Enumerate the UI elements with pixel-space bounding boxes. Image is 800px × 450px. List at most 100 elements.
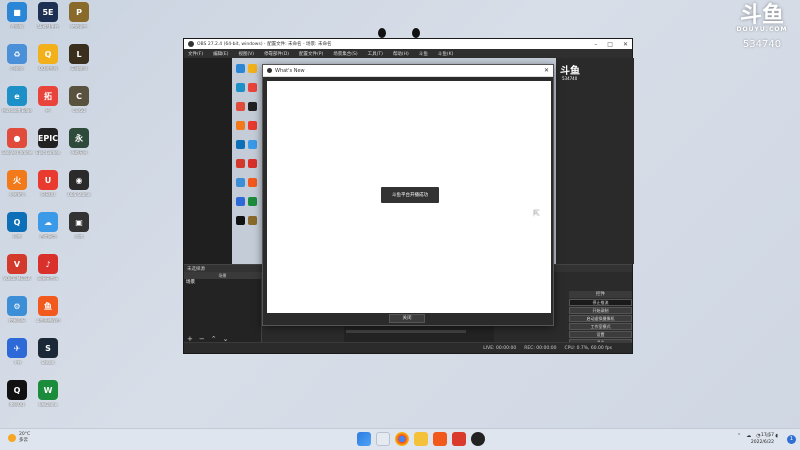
desktop-icon[interactable]: C CS:GO	[63, 86, 95, 113]
desktop-icon[interactable]: W WeGame	[32, 380, 64, 407]
preview-room-id: 534740	[562, 76, 578, 81]
app-icon: e	[7, 86, 27, 106]
desktop-icon[interactable]: 拓拓	[32, 86, 64, 113]
preview-desktop-icon	[236, 121, 245, 130]
desktop-icon[interactable]: 永永劫无间	[63, 128, 95, 155]
weather-widget[interactable]: 20°C 多云	[8, 432, 30, 443]
chrome-icon[interactable]	[395, 432, 409, 446]
desktop-icon[interactable]: ♻ 回收站	[1, 44, 33, 71]
menu-item[interactable]: 工具(T)	[368, 51, 383, 57]
dialog-close-icon[interactable]: ✕	[544, 67, 549, 74]
desktop-icon[interactable]: 鱼斗鱼直播伴侣	[32, 296, 64, 323]
game-app-icon[interactable]	[452, 432, 466, 446]
menu-item[interactable]: 视图(V)	[238, 51, 254, 57]
desktop-icon[interactable]: Q QQ浏览器	[32, 44, 64, 71]
app-icon: S	[38, 338, 58, 358]
desktop-icon[interactable]: e Microsoft Edge	[1, 86, 33, 113]
control-button[interactable]: 开始录制	[569, 307, 632, 314]
desktop-icon[interactable]: Q 迅雷	[1, 212, 33, 239]
app-icon: Q	[7, 212, 27, 232]
search-icon[interactable]	[376, 432, 390, 446]
desktop-icon-label: 网易云音乐	[38, 276, 58, 281]
desktop-icon-label: Google Chrome	[1, 150, 33, 155]
desktop-icon[interactable]: ⚙ 控制面板	[1, 296, 33, 323]
app-icon: 拓	[38, 86, 58, 106]
file-explorer-icon[interactable]	[414, 432, 428, 446]
douyu-app-icon[interactable]	[433, 432, 447, 446]
menu-item[interactable]: 停靠部件(D)	[264, 51, 289, 57]
preview-watermark: 斗鱼	[560, 66, 580, 77]
control-button[interactable]: 工作室模式	[569, 323, 632, 330]
maximize-icon[interactable]: □	[607, 41, 613, 48]
menu-item[interactable]: 斗鱼	[419, 51, 428, 57]
menu-item[interactable]: 场景集合(S)	[333, 51, 357, 57]
taskbar-apps	[357, 432, 485, 446]
room-id: 534740	[742, 39, 782, 50]
preview-desktop-icon	[236, 102, 245, 111]
close-icon[interactable]: ✕	[623, 41, 628, 48]
desktop-icon-label: 5E对战平台	[37, 24, 59, 29]
notification-badge[interactable]: 1	[787, 435, 796, 444]
clock[interactable]: 17:57 2022/6/22	[751, 432, 774, 446]
preview-desktop-icon	[248, 159, 257, 168]
preview-desktop-icon	[248, 83, 257, 92]
scenes-header: 场景	[184, 272, 261, 279]
preview-desktop-icon	[248, 178, 257, 187]
desktop-icon[interactable]: 5E 5E对战平台	[32, 2, 64, 29]
app-icon: ☁	[38, 212, 58, 232]
menu-item[interactable]: 帮助(H)	[393, 51, 409, 57]
preview-desktop-icon	[236, 140, 245, 149]
volume-meter[interactable]	[346, 330, 466, 333]
scenes-dock[interactable]: 场景 场景 + − ⌃ ⌄	[184, 272, 262, 344]
desktop-icon[interactable]: U 网易UU	[32, 170, 64, 197]
desktop-icon[interactable]: L 英雄联盟	[63, 44, 95, 71]
app-icon: 5E	[38, 2, 58, 22]
desktop-icon[interactable]: ♪ 网易云音乐	[32, 254, 64, 281]
desktop-icon-label: 绝地求生	[71, 24, 87, 29]
preview-desktop-icon	[236, 216, 245, 225]
status-item: CPU: 0.7%, 60.00 fps	[564, 345, 613, 351]
time: 17:57	[761, 433, 774, 438]
obs-statusbar: LIVE: 00:00:00 REC: 00:00:00 CPU: 0.7%, 60…	[184, 342, 632, 353]
desktop-icon-label: 迅雷	[13, 234, 21, 239]
desktop-icon[interactable]: ◉ OBS Studio	[63, 170, 95, 197]
menu-item[interactable]: 编辑(E)	[213, 51, 228, 57]
no-source-label: 未选择源	[187, 266, 205, 272]
desktop-icon[interactable]: ▣ 游戏	[63, 212, 95, 239]
control-button[interactable]: 设置	[569, 331, 632, 338]
desktop-icon[interactable]: 火火绒安全	[1, 170, 33, 197]
obs-titlebar: OBS 27.2.4 (64-bit, windows) - 配置文件: 未命名…	[184, 39, 632, 49]
desktop-icon[interactable]: P 绝地求生	[63, 2, 95, 29]
app-icon: L	[69, 44, 89, 64]
app-icon: 火	[7, 170, 27, 190]
desktop-icon[interactable]: ☁ 百度网盘	[32, 212, 64, 239]
start-icon[interactable]	[357, 432, 371, 446]
weather-text: 多云	[19, 438, 28, 443]
preview-desktop-icon	[236, 178, 245, 187]
menu-item[interactable]: 配置文件(P)	[299, 51, 323, 57]
desktop-icon[interactable]: ● Google Chrome	[1, 128, 33, 155]
desktop-icon-label: 游戏	[75, 234, 83, 239]
dialog-close-button[interactable]: 关闭	[389, 314, 425, 323]
menu-item[interactable]: 文件(F)	[188, 51, 203, 57]
desktop-icon[interactable]: Q 腾讯QQ	[1, 380, 33, 407]
app-icon: 鱼	[38, 296, 58, 316]
chevron-up-icon[interactable]: ⌃	[737, 433, 741, 439]
control-button[interactable]: 停止推流	[569, 299, 632, 306]
desktop-icon[interactable]: S Steam	[32, 338, 64, 365]
desktop-icon[interactable]: V VOICE METER	[1, 254, 33, 281]
menu-item[interactable]: 斗鱼(K)	[438, 51, 453, 57]
volume-icon[interactable]: ◖	[775, 433, 778, 439]
control-button[interactable]: 启动虚拟摄像机	[569, 315, 632, 322]
desktop-icon[interactable]: EPIC Epic Games	[32, 128, 64, 155]
desktop-icon[interactable]: ✈ 飞书	[1, 338, 33, 365]
desktop-icon-label: CS:GO	[72, 108, 86, 113]
app-icon: ♪	[38, 254, 58, 274]
minimize-icon[interactable]: –	[594, 41, 597, 48]
weather-icon	[8, 433, 16, 442]
scene-item[interactable]: 场景	[184, 279, 261, 286]
obs-app-icon[interactable]	[471, 432, 485, 446]
desktop-icon[interactable]: ■ 此电脑	[1, 2, 33, 29]
whats-new-dialog[interactable]: What's New ✕ 斗鱼平台开播成功 关闭	[262, 64, 554, 326]
preview-desktop-icon	[248, 121, 257, 130]
